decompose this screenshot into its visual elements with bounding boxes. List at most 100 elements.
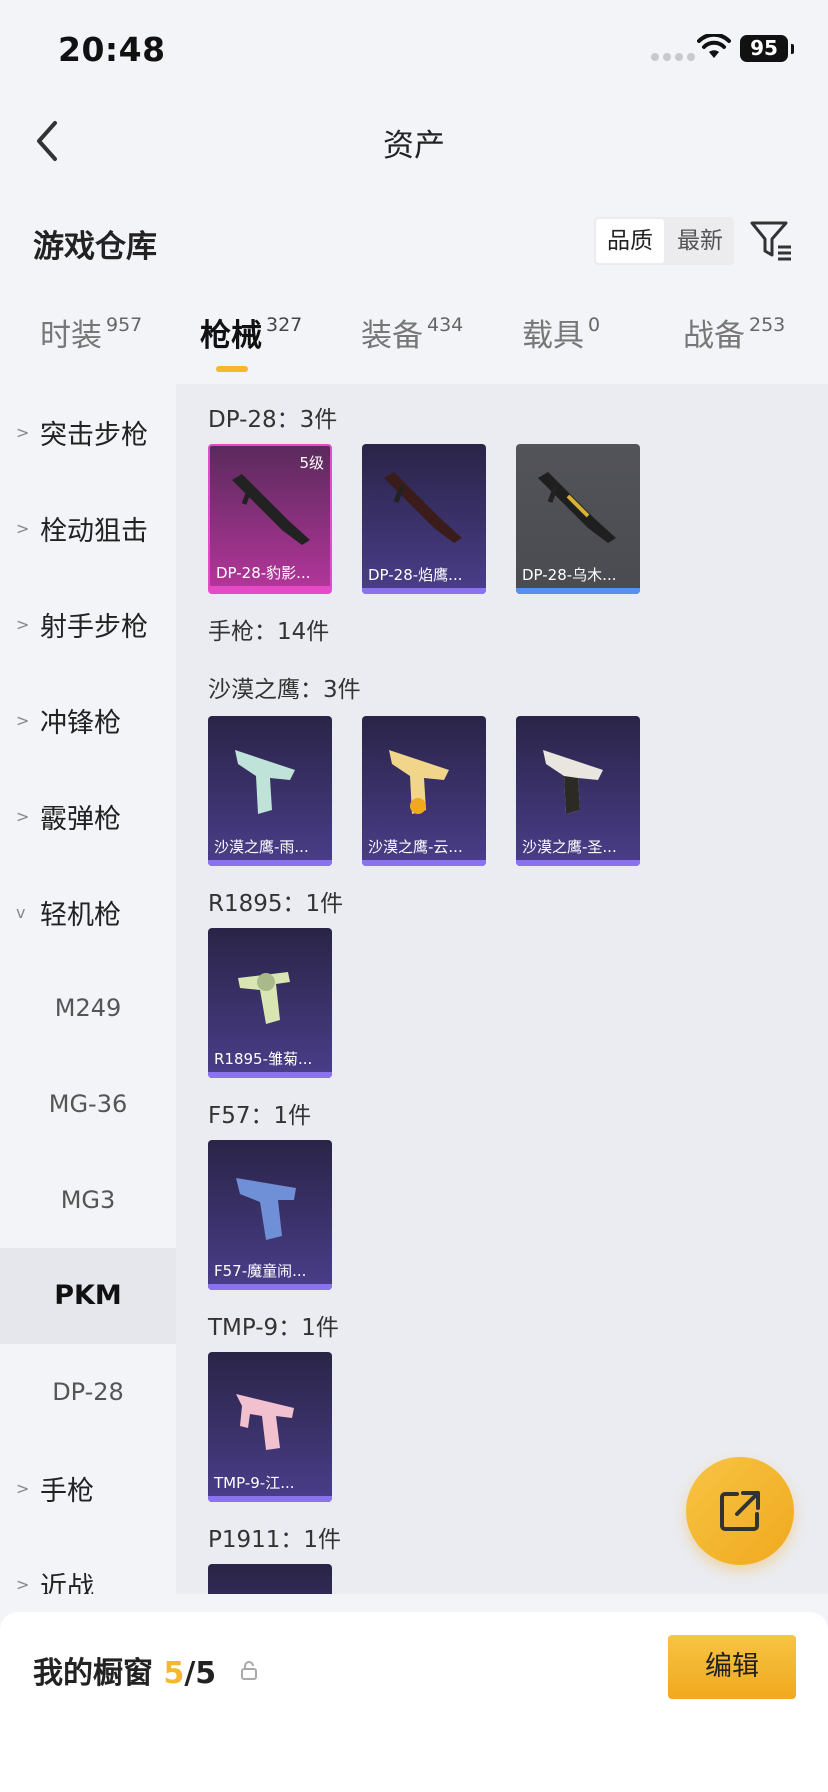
rifle-icon bbox=[538, 472, 616, 543]
item-card[interactable]: F57-魔童闹... bbox=[208, 1140, 332, 1290]
item-card[interactable]: R1895-雏菊... bbox=[208, 928, 332, 1078]
smg-icon bbox=[236, 1394, 294, 1450]
sidebar-subitem-dp28[interactable]: DP-28 bbox=[0, 1344, 176, 1440]
chevron-down-icon: v bbox=[16, 902, 26, 922]
showcase-total-count: 5 bbox=[195, 1656, 217, 1691]
sidebar-item-label: 突击步枪 bbox=[40, 419, 148, 451]
battery-cap bbox=[791, 44, 794, 54]
tab-label: 战备 bbox=[683, 318, 745, 354]
sidebar-subitem-mg3[interactable]: MG3 bbox=[0, 1152, 176, 1248]
sidebar-item-label: 轻机枪 bbox=[40, 899, 121, 931]
sidebar-item-melee[interactable]: > 近战 bbox=[0, 1536, 176, 1595]
tab-active-indicator bbox=[216, 366, 248, 372]
item-card[interactable]: 沙漠之鹰-圣... bbox=[516, 716, 640, 866]
group-label-dp28: DP-28：3件 bbox=[208, 407, 338, 433]
sort-toggle: 品质 最新 bbox=[594, 217, 734, 265]
rarity-bar bbox=[208, 860, 332, 866]
tab-count: 434 bbox=[427, 314, 464, 336]
item-name: DP-28-豹影... bbox=[216, 564, 311, 582]
page-title: 资产 bbox=[383, 128, 445, 164]
sidebar-item-pistol[interactable]: > 手枪 bbox=[0, 1440, 176, 1536]
filter-button[interactable] bbox=[748, 217, 794, 263]
tab-count: 957 bbox=[106, 314, 143, 336]
item-card[interactable]: DP-28-乌木... bbox=[516, 444, 640, 594]
item-name: 沙漠之鹰-圣... bbox=[522, 838, 617, 856]
sidebar-item-lmg[interactable]: v 轻机枪 bbox=[0, 864, 176, 960]
rifle-icon bbox=[232, 474, 310, 545]
rarity-bar bbox=[208, 1496, 332, 1502]
chevron-right-icon: > bbox=[16, 806, 30, 826]
sidebar-item-smg[interactable]: > 冲锋枪 bbox=[0, 672, 176, 768]
chevron-right-icon: > bbox=[16, 1478, 30, 1498]
share-icon bbox=[720, 1491, 760, 1531]
share-button[interactable] bbox=[686, 1457, 794, 1565]
sidebar-item-bolt-sniper[interactable]: > 栓动狙击 bbox=[0, 480, 176, 576]
item-name: F57-魔童闹... bbox=[214, 1262, 307, 1280]
item-card[interactable]: DP-28-焰鹰... bbox=[362, 444, 486, 594]
rarity-bar bbox=[516, 860, 640, 866]
tab-equipment[interactable]: 装备 434 bbox=[361, 310, 463, 355]
item-name: TMP-9-江... bbox=[214, 1474, 295, 1492]
sidebar-item-label: 近战 bbox=[40, 1571, 94, 1595]
tab-vehicles[interactable]: 载具 0 bbox=[522, 310, 600, 355]
sort-newest-button[interactable]: 最新 bbox=[666, 217, 734, 265]
sidebar-subitem-mg36[interactable]: MG-36 bbox=[0, 1056, 176, 1152]
category-tabs: 时装 957 枪械 327 装备 434 载具 0 战备 253 bbox=[0, 310, 828, 380]
group-label-r1895: R1895：1件 bbox=[208, 891, 344, 917]
tab-fashion[interactable]: 时装 957 bbox=[40, 310, 142, 355]
section-title: 游戏仓库 bbox=[33, 229, 157, 265]
chevron-right-icon: > bbox=[16, 1574, 30, 1594]
item-card[interactable]: TMP-9-江... bbox=[208, 1352, 332, 1502]
rarity-bar bbox=[208, 1072, 332, 1078]
chevron-right-icon: > bbox=[16, 422, 30, 442]
item-name: DP-28-焰鹰... bbox=[368, 566, 463, 584]
sidebar-item-label: 手枪 bbox=[40, 1475, 94, 1507]
chevron-right-icon: > bbox=[16, 710, 30, 730]
sidebar-subitem-m249[interactable]: M249 bbox=[0, 960, 176, 1056]
rarity-bar bbox=[362, 588, 486, 594]
item-name: 沙漠之鹰-雨... bbox=[214, 838, 309, 856]
status-time: 20:48 bbox=[58, 30, 166, 69]
chevron-right-icon: > bbox=[16, 518, 30, 538]
showcase-separator: / bbox=[184, 1656, 196, 1691]
wifi-icon bbox=[697, 34, 731, 58]
tab-supplies[interactable]: 战备 253 bbox=[683, 310, 785, 355]
group-label-pistol: 手枪：14件 bbox=[208, 619, 330, 645]
sidebar-item-label: 栓动狙击 bbox=[40, 515, 148, 547]
item-level-badge: 5级 bbox=[299, 454, 324, 472]
tab-label: 装备 bbox=[361, 318, 423, 354]
sidebar-item-assault-rifle[interactable]: > 突击步枪 bbox=[0, 384, 176, 480]
sidebar-item-label: 冲锋枪 bbox=[40, 707, 121, 739]
group-label-p1911: P1911：1件 bbox=[208, 1527, 342, 1553]
sidebar-subitem-pkm[interactable]: PKM bbox=[0, 1248, 176, 1344]
sidebar-item-shotgun[interactable]: > 霰弹枪 bbox=[0, 768, 176, 864]
tab-firearms[interactable]: 枪械 327 bbox=[200, 310, 302, 355]
rifle-icon bbox=[384, 472, 462, 543]
pistol-icon bbox=[236, 1178, 296, 1240]
group-label-desert-eagle: 沙漠之鹰：3件 bbox=[208, 677, 361, 703]
sort-quality-button[interactable]: 品质 bbox=[596, 219, 664, 263]
edit-button[interactable]: 编辑 bbox=[668, 1635, 796, 1699]
lock-icon bbox=[241, 1661, 257, 1680]
rarity-bar bbox=[362, 860, 486, 866]
sidebar-item-marksman-rifle[interactable]: > 射手步枪 bbox=[0, 576, 176, 672]
item-card[interactable]: 沙漠之鹰-云... bbox=[362, 716, 486, 866]
chevron-right-icon: > bbox=[16, 614, 30, 634]
rarity-bar bbox=[208, 1284, 332, 1290]
sidebar-item-label: 射手步枪 bbox=[40, 611, 148, 643]
status-bar: 20:48 95 bbox=[0, 0, 828, 100]
showcase-label: 我的橱窗 5/5 bbox=[33, 1648, 216, 1692]
tab-count: 0 bbox=[588, 314, 601, 336]
item-card[interactable]: 5级 DP-28-豹影... bbox=[208, 444, 332, 594]
showcase-current-count: 5 bbox=[163, 1656, 185, 1691]
group-label-tmp9: TMP-9：1件 bbox=[208, 1315, 339, 1341]
signal-icon bbox=[651, 53, 695, 61]
rarity-bar bbox=[210, 586, 330, 592]
item-name: R1895-雏菊... bbox=[214, 1050, 313, 1068]
item-card[interactable]: 沙漠之鹰-雨... bbox=[208, 716, 332, 866]
item-card[interactable] bbox=[208, 1564, 332, 1594]
tab-count: 253 bbox=[749, 314, 786, 336]
showcase-title: 我的橱窗 bbox=[33, 1656, 153, 1691]
nav-bar: 资产 bbox=[0, 100, 828, 182]
section-header: 游戏仓库 品质 最新 bbox=[0, 205, 828, 275]
